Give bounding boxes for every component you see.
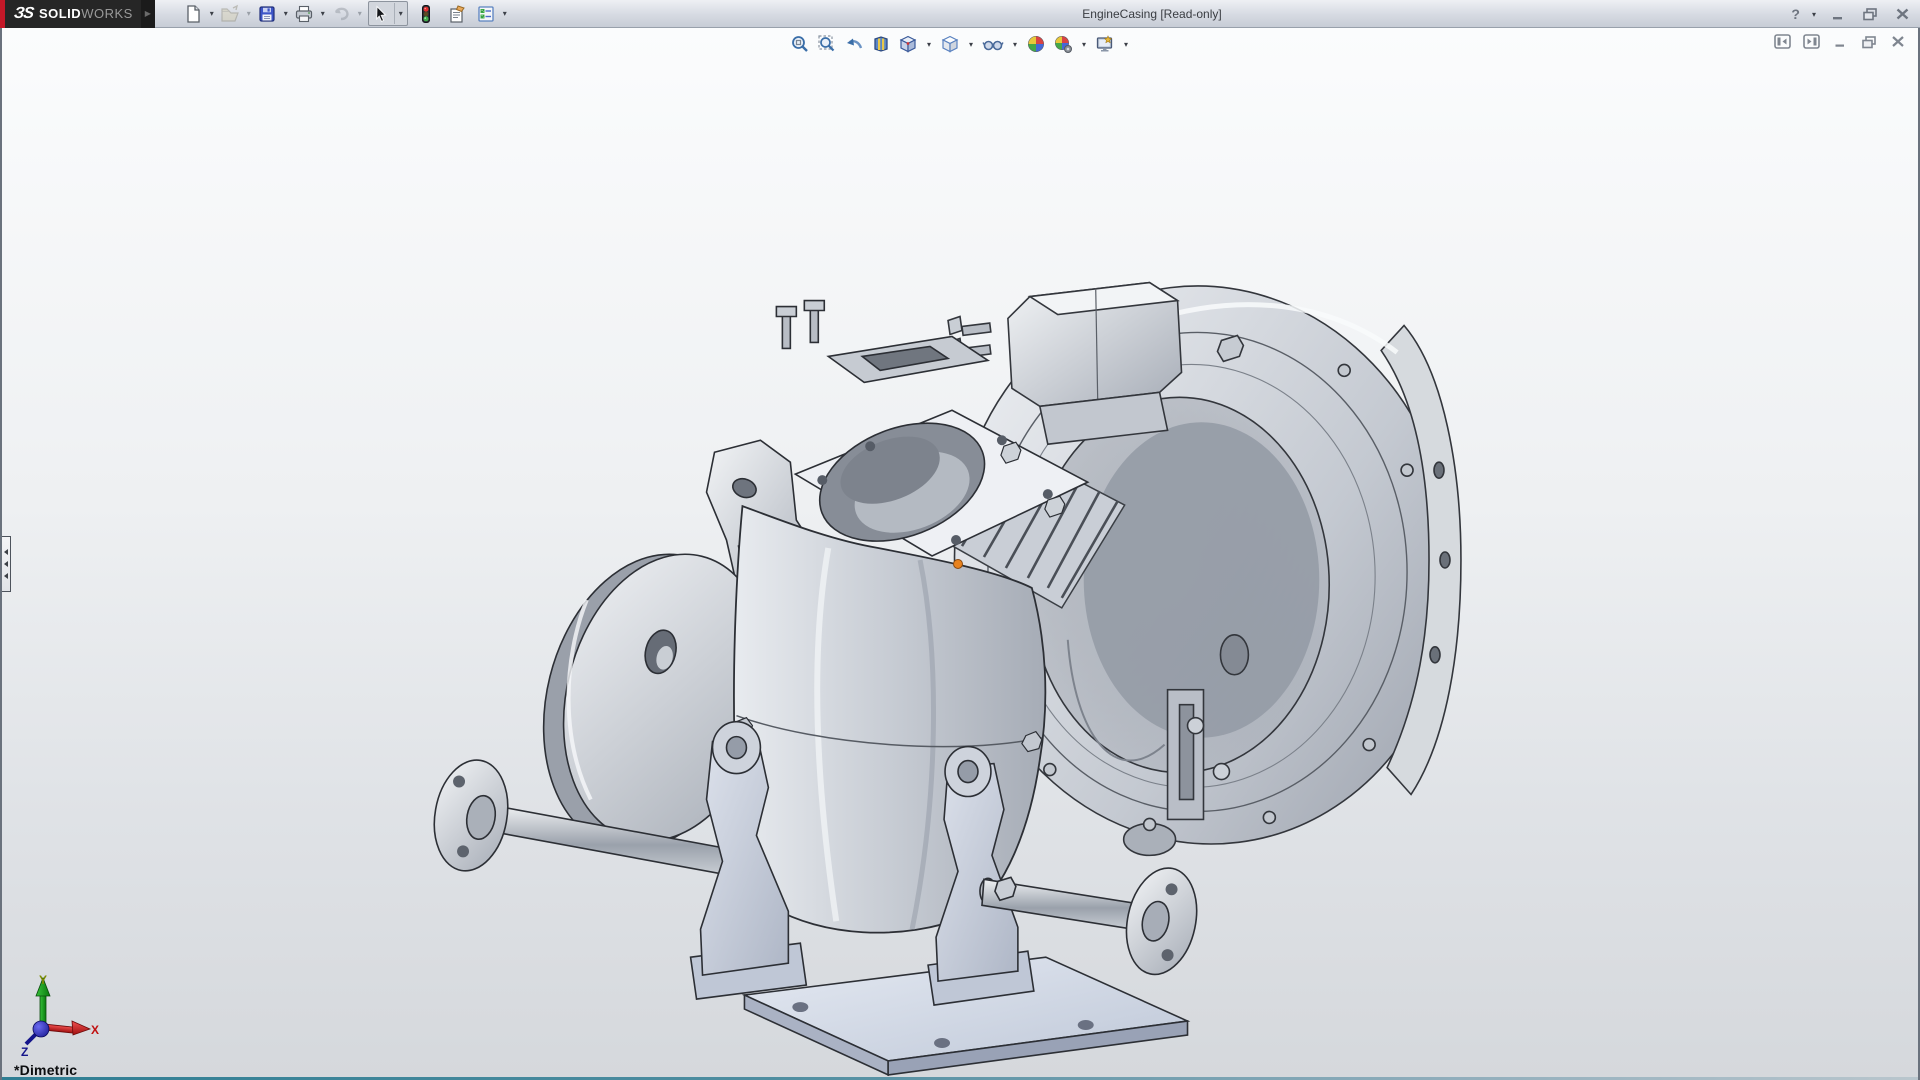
section-view-icon [874,36,888,52]
section-view-button[interactable] [869,33,893,55]
expand-right-pane-button[interactable] [1801,33,1821,50]
display-style-button[interactable] [938,33,962,55]
window-title: EngineCasing [Read-only] [1082,6,1222,21]
hide-show-items-icon [982,40,1004,51]
save-icon [259,5,275,22]
window-controls: ? ▾ [1791,0,1912,28]
open-dropdown[interactable]: ▾ [243,2,255,26]
open-icon [221,4,240,22]
apply-scene-dropdown[interactable]: ▾ [1078,32,1090,56]
graphics-area[interactable]: ▾ ▾ ▾ ▾ ▾ Y X Z *Dimetric [0,28,1920,1080]
zoom-to-area-button[interactable] [815,33,839,55]
doc-restore-icon [1862,35,1876,48]
view-orientation-dropdown[interactable]: ▾ [923,32,935,56]
minimize-button[interactable] [1828,4,1848,24]
traffic-light-button[interactable] [414,2,439,26]
close-icon [1896,8,1908,20]
view-orientation-icon [899,35,917,53]
reference-triad: Y X Z [21,973,99,1058]
triad-z-label: Z [21,1045,28,1058]
previous-view-button[interactable] [842,33,866,55]
collapse-left-pane-icon [1773,34,1791,49]
edit-appearance-button[interactable] [1024,33,1048,55]
print-dropdown[interactable]: ▾ [317,2,329,26]
new-document-dropdown[interactable]: ▾ [206,2,218,26]
help-button[interactable]: ? [1791,6,1800,22]
solidworks-logo[interactable]: ЗS SOLID WORKS [0,0,141,28]
select-tool-dropdown[interactable]: ▾ [395,2,407,26]
print-button[interactable] [292,2,317,26]
main-toolbar: ▾ ▾ ▾ ▾ ▾ ▾ ▾ [181,0,511,28]
view-orientation-button[interactable] [896,33,920,55]
new-document-button[interactable] [181,2,206,26]
heads-up-toolbar: ▾ ▾ ▾ ▾ ▾ [788,32,1132,56]
help-dropdown[interactable]: ▾ [1812,2,1816,26]
doc-minimize-icon [1835,44,1844,47]
panel-arrow-icon [4,549,8,555]
document-window-controls [1772,33,1908,50]
panel-arrow-icon [4,561,8,567]
origin-marker[interactable] [953,558,963,569]
display-style-icon [941,35,959,53]
undo-button[interactable] [329,2,354,26]
options-icon [478,5,494,22]
previous-view-icon [847,38,863,49]
minimize-icon [1833,17,1842,20]
view-orientation-label: *Dimetric [14,1062,78,1078]
brand-name-bold: SOLID [38,6,82,21]
select-tool-group: ▾ [367,1,408,26]
feature-manager-collapsed-tab[interactable] [2,536,11,592]
file-properties-icon [450,4,466,23]
options-dropdown[interactable]: ▾ [499,2,511,26]
collapse-left-pane-button[interactable] [1772,33,1792,50]
new-document-icon [187,4,200,23]
brand-name-light: WORKS [81,6,133,21]
view-settings-button[interactable] [1093,33,1117,55]
view-settings-dropdown[interactable]: ▾ [1120,32,1132,56]
zoom-to-fit-button[interactable] [788,33,812,55]
zoom-to-fit-icon [792,36,808,52]
triad-x-label: X [91,1023,99,1037]
traffic-light-icon [422,4,431,23]
undo-dropdown[interactable]: ▾ [354,2,366,26]
close-button[interactable] [1892,4,1912,24]
view-settings-icon [1096,35,1113,52]
select-cursor-icon [376,4,387,22]
select-tool-button[interactable] [369,2,394,26]
undo-icon [335,7,349,20]
save-dropdown[interactable]: ▾ [280,2,292,26]
doc-close-icon [1892,36,1904,47]
apply-scene-icon [1055,36,1072,53]
triad-y-label: Y [39,973,47,987]
hide-show-items-dropdown[interactable]: ▾ [1009,32,1021,56]
expand-right-pane-icon [1802,34,1820,49]
print-icon [296,5,313,22]
restore-icon [1863,8,1877,21]
display-style-dropdown[interactable]: ▾ [965,32,977,56]
model-engine-casing[interactable] [2,28,1918,1080]
menu-flyout-arrow[interactable]: ▶ [140,0,155,28]
apply-scene-button[interactable] [1051,33,1075,55]
doc-close-button[interactable] [1888,33,1908,50]
open-button[interactable] [218,2,243,26]
doc-restore-button[interactable] [1859,33,1879,50]
save-button[interactable] [255,2,280,26]
doc-minimize-button[interactable] [1830,33,1850,50]
zoom-to-area-icon [818,35,835,52]
title-bar: ЗS SOLID WORKS ▶ ▾ ▾ ▾ ▾ ▾ ▾ ▾ EngineCas… [0,0,1920,28]
edit-appearance-icon [1028,36,1044,52]
options-button[interactable] [474,2,499,26]
panel-arrow-icon [4,573,8,579]
restore-button[interactable] [1860,4,1880,24]
hide-show-items-button[interactable] [980,33,1006,55]
brand-mark: ЗS [12,4,35,22]
file-properties-button[interactable] [445,2,470,26]
